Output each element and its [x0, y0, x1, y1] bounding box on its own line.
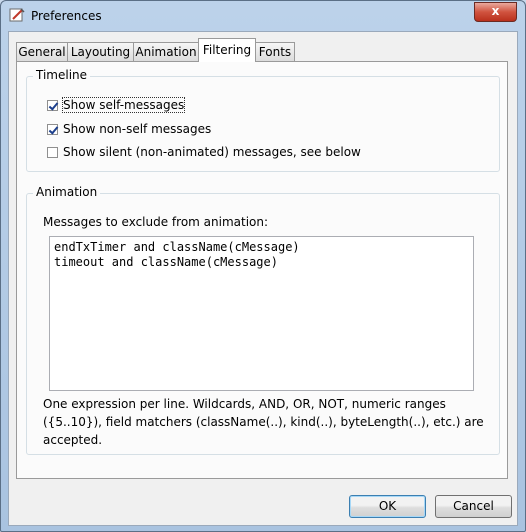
- show-self-messages-label: Show self-messages: [61, 97, 186, 113]
- timeline-group-title: Timeline: [33, 68, 91, 82]
- show-self-messages-option[interactable]: Show self-messages: [47, 97, 186, 113]
- show-silent-messages-label: Show silent (non-animated) messages, see…: [63, 145, 361, 159]
- animation-group: Animation Messages to exclude from anima…: [26, 185, 500, 455]
- preferences-window: Preferences x General Layouting Animatio…: [0, 0, 526, 532]
- checkmark-icon[interactable]: [47, 99, 58, 111]
- dialog-client-area: General Layouting Animation Filtering Fo…: [8, 31, 518, 526]
- expression-help-text: One expression per line. Wildcards, AND,…: [43, 397, 484, 447]
- exclude-messages-label: Messages to exclude from animation:: [43, 215, 269, 229]
- tab-general[interactable]: General: [16, 42, 68, 61]
- tab-label: Layouting: [70, 45, 131, 59]
- checkbox-icon[interactable]: [47, 146, 58, 158]
- show-non-self-messages-option[interactable]: Show non-self messages: [47, 121, 211, 137]
- show-non-self-messages-label: Show non-self messages: [63, 122, 212, 136]
- preferences-app-icon: [9, 8, 25, 22]
- tab-label: Fonts: [258, 45, 292, 59]
- checkmark-icon[interactable]: [47, 123, 58, 135]
- tab-fonts[interactable]: Fonts: [255, 42, 295, 61]
- exclude-expressions-textarea[interactable]: endTxTimer and className(cMessage) timeo…: [49, 236, 474, 391]
- window-title: Preferences: [31, 9, 102, 23]
- tab-label: Animation: [135, 45, 197, 59]
- tab-label: General: [18, 45, 66, 59]
- ok-button[interactable]: OK: [349, 495, 426, 518]
- show-silent-messages-option[interactable]: Show silent (non-animated) messages, see…: [47, 144, 361, 160]
- title-bar[interactable]: Preferences x: [1, 1, 525, 31]
- close-window-button[interactable]: x: [474, 2, 517, 22]
- close-icon: x: [491, 4, 500, 18]
- animation-group-title: Animation: [33, 185, 101, 199]
- tab-filtering[interactable]: Filtering: [198, 38, 256, 62]
- tab-layouting[interactable]: Layouting: [67, 42, 134, 61]
- tab-animation[interactable]: Animation: [133, 42, 199, 61]
- timeline-group: Timeline Show self-messages Show non-sel…: [26, 68, 500, 172]
- filtering-tab-panel: Timeline Show self-messages Show non-sel…: [16, 61, 508, 479]
- tab-label: Filtering: [202, 43, 252, 57]
- cancel-button[interactable]: Cancel: [435, 495, 512, 518]
